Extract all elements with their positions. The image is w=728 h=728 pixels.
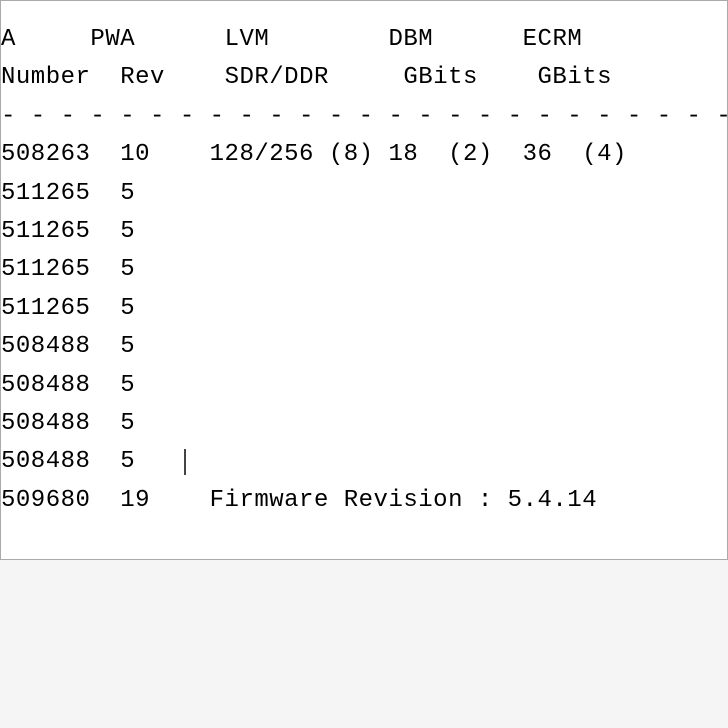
table-row: 508488 5 <box>1 328 727 366</box>
table-row: 511265 5 <box>1 251 727 289</box>
table-row: 508488 5 <box>1 405 727 443</box>
table-row: 509680 19 Firmware Revision : 5.4.14 <box>1 482 727 520</box>
table-row: 511265 5 <box>1 290 727 328</box>
col-pwa: PWA <box>90 26 135 53</box>
table-row: 508263 10 128/256 (8) 18 (2) 36 (4) <box>1 136 727 174</box>
col-number: Number <box>1 64 90 91</box>
header-row-1: A PWA LVM DBM ECRM <box>1 21 727 59</box>
col-lvm: LVM <box>225 26 270 53</box>
col-sdrddr: SDR/DDR <box>225 64 329 91</box>
col-rev: Rev <box>120 64 165 91</box>
table-row: 511265 5 <box>1 175 727 213</box>
col-ecrm: ECRM <box>523 26 583 53</box>
terminal-output: A PWA LVM DBM ECRMNumber Rev SDR/DDR GBi… <box>0 0 728 560</box>
separator-row: - - - - - - - - - - - - - - - - - - - - … <box>1 98 727 136</box>
col-gbits1: GBits <box>403 64 478 91</box>
col-gbits2: GBits <box>538 64 613 91</box>
col-dbm: DBM <box>389 26 434 53</box>
table-row: 508488 5 <box>1 443 727 481</box>
col-a: A <box>1 26 16 53</box>
text-cursor <box>184 449 186 475</box>
header-row-2: Number Rev SDR/DDR GBits GBits <box>1 59 727 97</box>
table-row: 508488 5 <box>1 367 727 405</box>
table-row: 511265 5 <box>1 213 727 251</box>
